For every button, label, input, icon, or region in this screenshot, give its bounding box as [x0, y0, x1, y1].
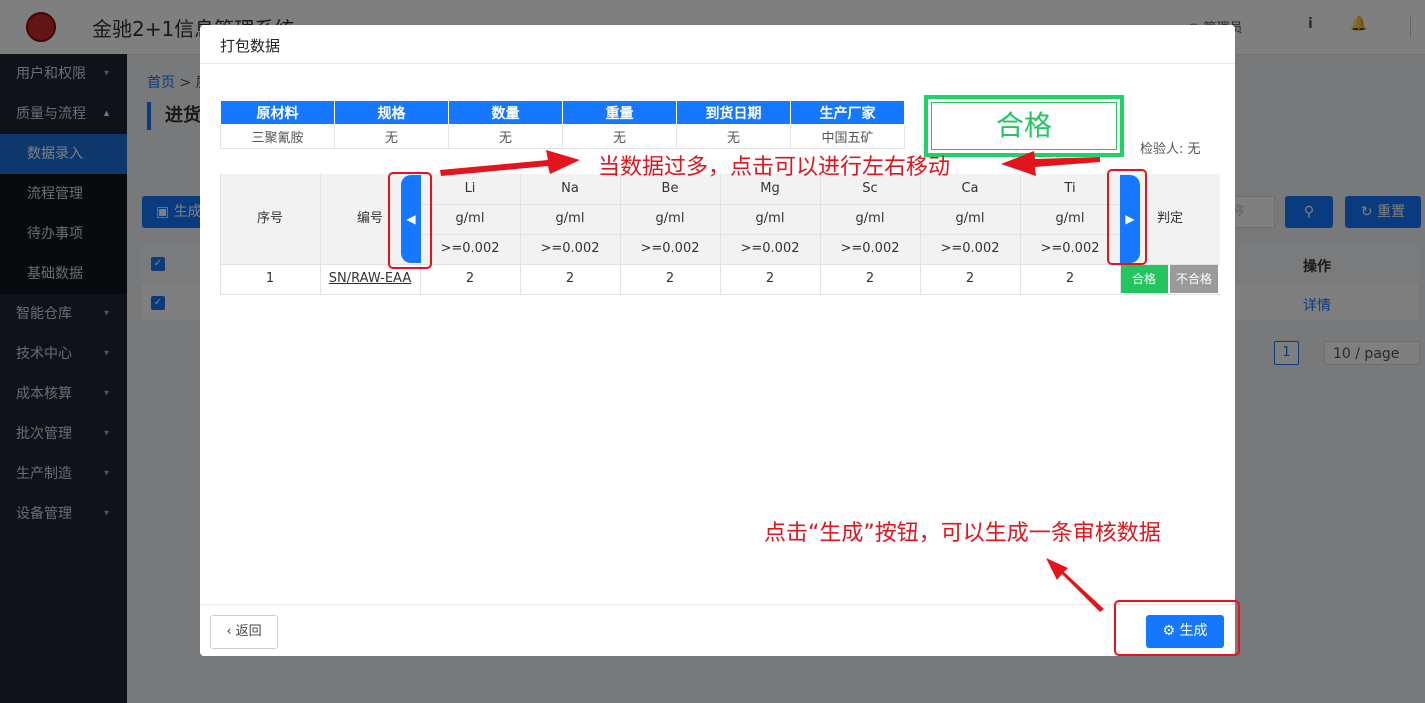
arrow-left [1001, 151, 1100, 176]
arrow-right [440, 150, 580, 176]
annotation-arrows [440, 150, 1104, 612]
arrow-up-left [1046, 558, 1104, 612]
